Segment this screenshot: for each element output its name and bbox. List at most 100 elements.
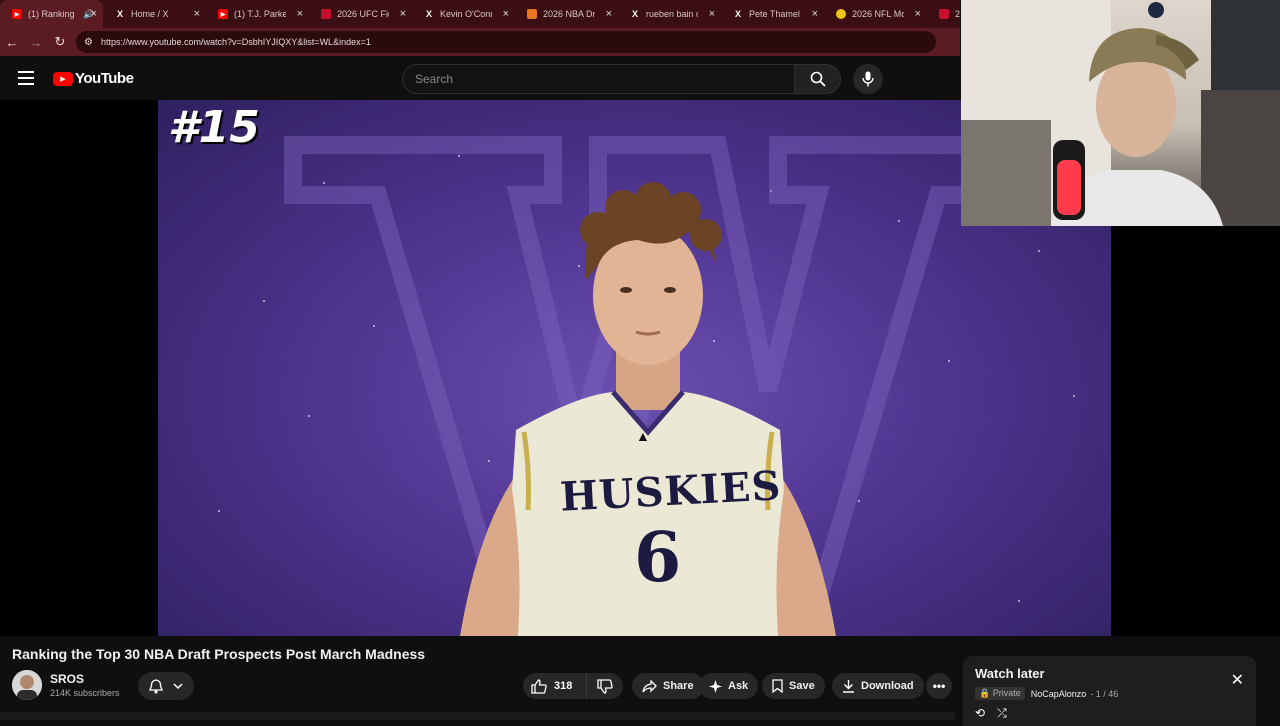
- adidas-logo: ▲: [636, 428, 650, 444]
- browser-tab-strip: ▶(1) Ranking🔊×XHome / X×▶(1) T.J. Parker…: [0, 0, 960, 28]
- like-button[interactable]: 318: [523, 673, 587, 699]
- close-tab-icon[interactable]: ×: [606, 8, 612, 20]
- tab-title: Pete Thamel or: [749, 9, 801, 19]
- privacy-label: Private: [992, 688, 1021, 698]
- browser-tab[interactable]: X Home / X ×: [103, 0, 206, 28]
- x-icon: X: [734, 9, 741, 19]
- thumbs-down-icon: [597, 678, 613, 694]
- close-icon[interactable]: ✕: [1231, 670, 1244, 690]
- tab-title: 2026 UFC Fight: [337, 9, 389, 19]
- x-icon: X: [116, 9, 123, 19]
- search-button[interactable]: [795, 64, 841, 94]
- tab-title: Home / X: [131, 9, 169, 19]
- close-tab-icon[interactable]: ×: [194, 8, 200, 20]
- subscriber-count: 214K subscribers: [50, 688, 120, 698]
- sparkle-icon: [709, 679, 722, 693]
- ask-button-wrap: Ask: [699, 673, 759, 699]
- microphone-icon: [862, 71, 874, 87]
- save-button[interactable]: Save: [762, 673, 825, 699]
- playlist-owner[interactable]: NoCapAlonzo: [1031, 689, 1087, 699]
- browser-tab[interactable]: X Kevin O'Conno ×: [412, 0, 515, 28]
- youtube-wordmark: YouTube: [75, 70, 134, 87]
- webcam-overlay: [961, 0, 1280, 226]
- rank-overlay-text: #15: [168, 102, 260, 153]
- browser-tab[interactable]: Xrueben bain ca ×: [618, 0, 721, 28]
- reload-icon[interactable]: ↻: [48, 30, 72, 54]
- thumbs-up-icon: [531, 678, 547, 694]
- share-button[interactable]: Share: [632, 673, 704, 699]
- search-placeholder: Search: [415, 72, 454, 86]
- url-text: https://www.youtube.com/watch?v=DsbhIYJI…: [100, 37, 371, 47]
- share-button-wrap: Share: [632, 673, 704, 699]
- close-tab-icon[interactable]: ×: [812, 8, 818, 20]
- playlist-position: - 1 / 46: [1090, 688, 1119, 699]
- share-icon: [642, 679, 657, 693]
- browser-tab[interactable]: ▶ (1) Ranking 🔊 ×: [0, 0, 103, 28]
- ask-button[interactable]: Ask: [699, 673, 759, 699]
- address-bar[interactable]: ⚙ https://www.youtube.com/watch?v=DsbhIY…: [76, 31, 936, 53]
- jersey-number: 6: [634, 518, 682, 598]
- browser-tab[interactable]: ▶ (1) T.J. Parker F ×: [206, 0, 309, 28]
- back-icon[interactable]: ←: [0, 30, 24, 54]
- video-title: Ranking the Top 30 NBA Draft Prospects P…: [12, 646, 426, 662]
- tab-title: rueben bain ca: [646, 9, 698, 19]
- youtube-icon: ▶: [218, 9, 228, 19]
- close-tab-icon[interactable]: ×: [400, 8, 406, 20]
- tab-title: (1) T.J. Parker F: [234, 9, 286, 19]
- browser-tab[interactable]: 2026 NFL Mock ×: [824, 0, 927, 28]
- close-tab-icon[interactable]: ×: [503, 8, 509, 20]
- browser-tab[interactable]: 2026 UFC Fight ×: [309, 0, 412, 28]
- ball-icon: [836, 9, 846, 19]
- tab-title: Kevin O'Conno: [440, 9, 492, 19]
- playlist-title[interactable]: Watch later: [975, 666, 1244, 681]
- tab-title: 20: [955, 9, 960, 19]
- shuffle-icon[interactable]: ⤮: [997, 706, 1007, 721]
- x-icon: X: [631, 9, 638, 19]
- close-tab-icon[interactable]: ×: [915, 8, 921, 20]
- more-actions-button[interactable]: •••: [926, 673, 952, 699]
- close-tab-icon[interactable]: ×: [709, 8, 715, 20]
- privacy-badge: 🔒 Private: [975, 687, 1025, 700]
- youtube-play-icon: ▶: [53, 71, 73, 86]
- browser-tab[interactable]: 20: [927, 0, 960, 28]
- channel-name[interactable]: SROS: [50, 672, 120, 686]
- channel-info: SROS 214K subscribers: [12, 670, 120, 700]
- browser-tab[interactable]: X Pete Thamel or ×: [721, 0, 824, 28]
- close-tab-icon[interactable]: ×: [91, 8, 97, 20]
- dislike-button[interactable]: [587, 678, 623, 694]
- voice-search-button[interactable]: [853, 64, 883, 94]
- forward-icon[interactable]: →: [24, 30, 48, 54]
- like-dislike-group: 318: [523, 673, 623, 699]
- youtube-logo[interactable]: ▶ YouTube: [53, 70, 134, 87]
- orange-icon: [527, 9, 537, 19]
- channel-avatar[interactable]: [12, 670, 42, 700]
- close-tab-icon[interactable]: ×: [297, 8, 303, 20]
- download-label: Download: [861, 680, 914, 692]
- download-icon: [843, 680, 854, 693]
- browser-toolbar: ← → ↻ ⚙ https://www.youtube.com/watch?v=…: [0, 28, 960, 56]
- tab-title: 2026 NBA Draft: [543, 9, 595, 19]
- menu-icon[interactable]: [18, 71, 34, 85]
- ask-label: Ask: [728, 680, 749, 692]
- browser-tab[interactable]: 2026 NBA Draft ×: [515, 0, 618, 28]
- site-settings-icon[interactable]: ⚙: [84, 37, 93, 48]
- download-button-wrap: Download: [832, 673, 924, 699]
- red-square-icon: [939, 9, 949, 19]
- tab-title: (1) Ranking: [28, 9, 75, 19]
- streamer-webcam-image: [961, 0, 1280, 226]
- video-player[interactable]: HUSKIES 6 ▲ #15: [0, 0, 1280, 636]
- loop-icon[interactable]: ⟲: [975, 706, 985, 721]
- save-button-wrap: Save: [762, 673, 825, 699]
- search-icon: [810, 71, 826, 87]
- youtube-header: ▶ YouTube Search: [0, 56, 960, 100]
- subscribed-notifications-button[interactable]: [138, 672, 194, 700]
- search-input[interactable]: Search: [402, 64, 795, 94]
- tab-title: 2026 NFL Mock: [852, 9, 904, 19]
- share-label: Share: [663, 680, 694, 692]
- bookmark-icon: [772, 679, 783, 693]
- more-horizontal-icon: •••: [932, 679, 946, 693]
- download-button[interactable]: Download: [832, 673, 924, 699]
- save-label: Save: [789, 680, 815, 692]
- red-square-icon: [321, 9, 331, 19]
- youtube-icon: ▶: [12, 9, 22, 19]
